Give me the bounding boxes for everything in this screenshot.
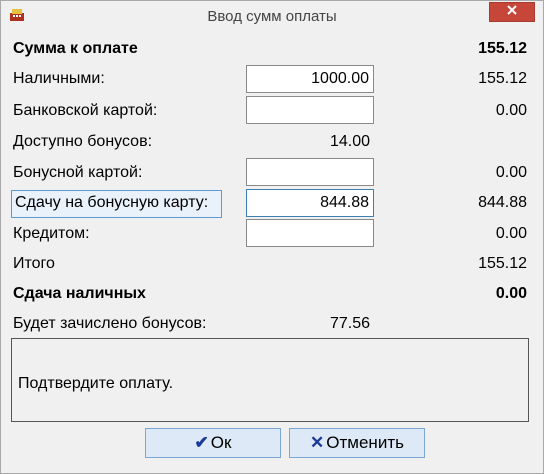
message-box: Подтвердите оплату. [11, 338, 529, 422]
payment-dialog: Ввод сумм оплаты Сумма к оплате 155.12 Н… [0, 0, 544, 474]
cancel-button[interactable]: ✕ Отменить [289, 428, 425, 458]
cross-icon: ✕ [310, 433, 325, 452]
bonus-credited-label: Будет зачислено бонусов: [13, 315, 207, 332]
card-label: Банковской картой: [13, 102, 158, 119]
close-icon [506, 3, 518, 21]
bonus-card-value: 0.00 [495, 164, 527, 181]
card-input[interactable] [246, 96, 374, 124]
cash-label: Наличными: [13, 70, 105, 87]
bonus-card-label: Бонусной картой: [13, 164, 143, 181]
window-title: Ввод сумм оплаты [207, 8, 337, 25]
total-due-value: 155.12 [478, 40, 527, 57]
credit-value: 0.00 [495, 225, 527, 242]
cash-change-label: Сдача наличных [13, 285, 146, 302]
credit-label: Кредитом: [13, 225, 90, 242]
cash-input[interactable] [246, 65, 374, 93]
bonus-available-amount: 14.00 [330, 133, 371, 150]
bonus-credited-amount: 77.56 [330, 315, 371, 332]
title-bar: Ввод сумм оплаты [1, 1, 543, 31]
change-to-bonus-value: 844.88 [478, 194, 527, 211]
cash-change-value: 0.00 [495, 285, 527, 302]
cancel-button-label: Отменить [326, 433, 404, 452]
total-label: Итого [13, 255, 55, 272]
card-value: 0.00 [495, 102, 527, 119]
bonus-card-input[interactable] [246, 158, 374, 186]
ok-button[interactable]: ✔ Ок [145, 428, 281, 458]
close-button[interactable] [489, 2, 535, 22]
total-due-label: Сумма к оплате [13, 40, 138, 57]
change-to-bonus-input[interactable] [246, 189, 374, 217]
message-text: Подтвердите оплату. [18, 375, 174, 392]
checkmark-icon: ✔ [194, 433, 209, 452]
dialog-content: Сумма к оплате 155.12 Наличными: 155.12 … [9, 31, 535, 467]
cash-value: 155.12 [478, 70, 527, 87]
total-value: 155.12 [478, 255, 527, 272]
change-to-bonus-label: Сдачу на бонусную карту: [15, 194, 209, 211]
credit-input[interactable] [246, 219, 374, 247]
ok-button-label: Ок [210, 433, 232, 452]
bonus-available-label: Доступно бонусов: [13, 133, 153, 150]
